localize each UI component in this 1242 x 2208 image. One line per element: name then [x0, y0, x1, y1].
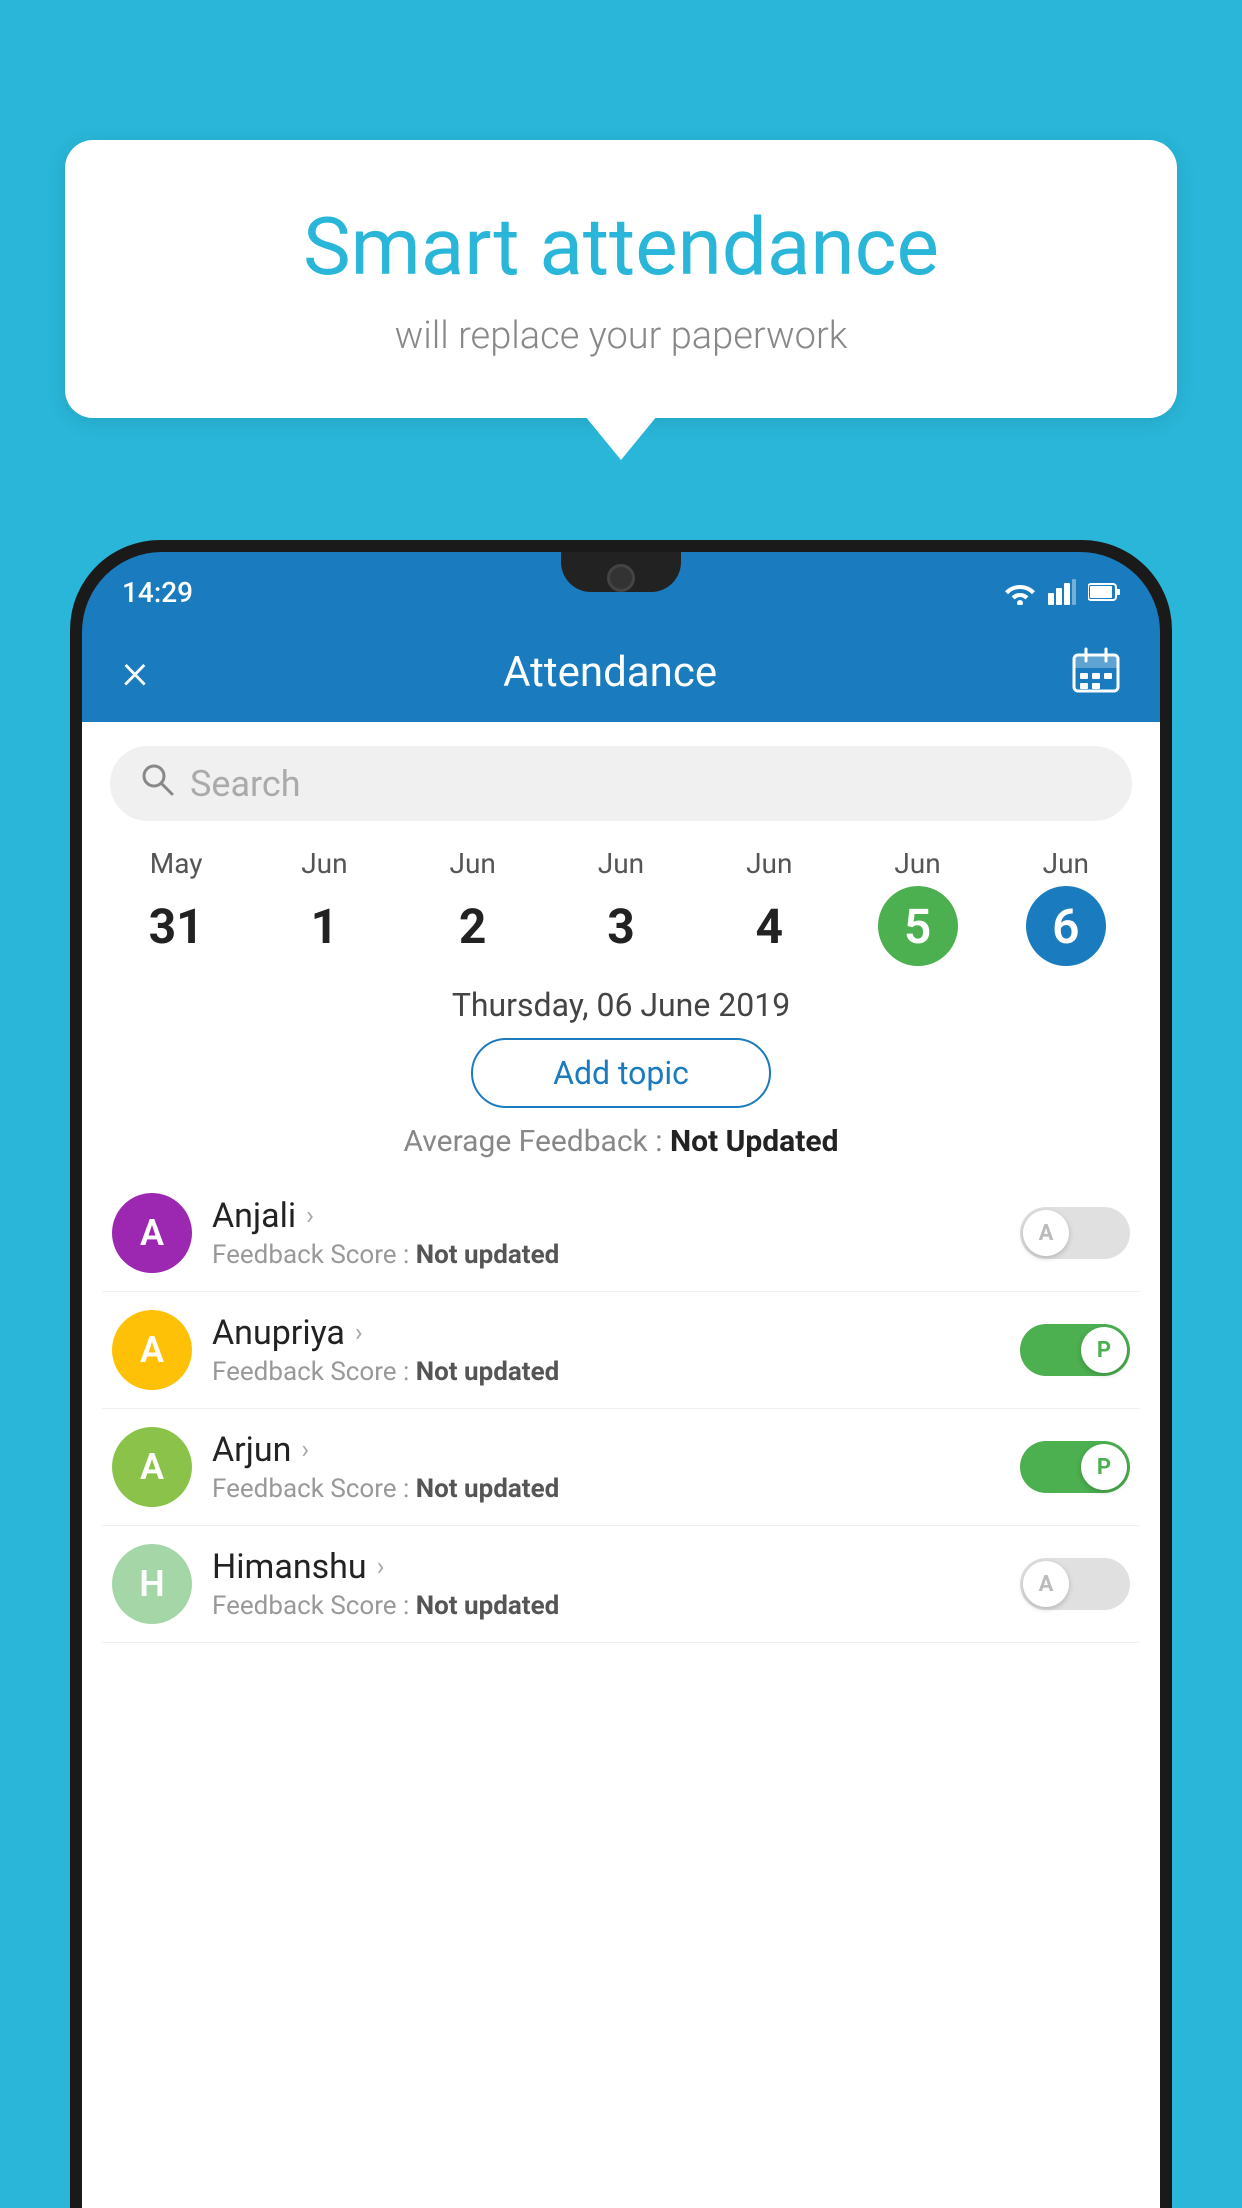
toggle-knob: P: [1081, 1327, 1127, 1373]
student-feedback: Feedback Score : Not updated: [212, 1591, 1000, 1621]
date-number: 1: [284, 886, 364, 966]
student-name[interactable]: Anjali ›: [212, 1196, 1000, 1236]
search-icon: [140, 762, 174, 805]
student-info: Anjali › Feedback Score : Not updated: [212, 1196, 1000, 1270]
student-item: H Himanshu › Feedback Score : Not updated A: [102, 1526, 1140, 1643]
student-item: A Arjun › Feedback Score : Not updated P: [102, 1409, 1140, 1526]
signal-icon: [1048, 579, 1076, 605]
date-month: Jun: [450, 847, 496, 880]
avatar: H: [112, 1544, 192, 1624]
student-name[interactable]: Arjun ›: [212, 1430, 1000, 1470]
student-feedback: Feedback Score : Not updated: [212, 1357, 1000, 1387]
screen-content: Search May 31 Jun 1 Jun 2 Jun 3 Jun 4 Jun 5 Jun 6 Thu…: [82, 722, 1160, 2208]
avatar: A: [112, 1193, 192, 1273]
date-month: Jun: [746, 847, 792, 880]
student-feedback: Feedback Score : Not updated: [212, 1240, 1000, 1270]
speech-bubble-container: Smart attendance will replace your paper…: [65, 140, 1177, 418]
toggle-knob: P: [1081, 1444, 1127, 1490]
phone-frame: 14:29: [70, 540, 1172, 2208]
attendance-toggle[interactable]: A: [1020, 1207, 1130, 1259]
feedback-label: Average Feedback :: [404, 1124, 663, 1159]
calendar-icon[interactable]: [1072, 647, 1120, 697]
selected-date-label: Thursday, 06 June 2019: [82, 966, 1160, 1038]
date-number: 6: [1026, 886, 1106, 966]
app-header: × Attendance: [82, 622, 1160, 722]
phone-inner: 14:29: [82, 552, 1160, 2208]
date-item-5[interactable]: Jun 5: [878, 847, 958, 966]
date-item-6[interactable]: Jun 6: [1026, 847, 1106, 966]
avatar: A: [112, 1310, 192, 1390]
search-bar[interactable]: Search: [110, 746, 1132, 821]
date-item-31[interactable]: May 31: [136, 847, 216, 966]
attendance-toggle[interactable]: P: [1020, 1324, 1130, 1376]
date-number: 5: [878, 886, 958, 966]
chevron-icon: ›: [355, 1318, 363, 1348]
chevron-icon: ›: [377, 1552, 385, 1582]
attendance-toggle[interactable]: P: [1020, 1441, 1130, 1493]
feedback-value: Not Updated: [670, 1124, 839, 1159]
date-number: 3: [581, 886, 661, 966]
student-list: AAnjali ›Feedback Score : Not updatedAAA…: [82, 1175, 1160, 1643]
student-name[interactable]: Himanshu ›: [212, 1547, 1000, 1587]
date-month: Jun: [894, 847, 940, 880]
status-time: 14:29: [122, 576, 193, 609]
student-info: Himanshu › Feedback Score : Not updated: [212, 1547, 1000, 1621]
date-item-4[interactable]: Jun 4: [729, 847, 809, 966]
wifi-icon: [1004, 579, 1036, 605]
avatar: A: [112, 1427, 192, 1507]
student-item: A Anjali › Feedback Score : Not updated A: [102, 1175, 1140, 1292]
date-item-3[interactable]: Jun 3: [581, 847, 661, 966]
header-title: Attendance: [503, 648, 717, 697]
date-number: 4: [729, 886, 809, 966]
close-button[interactable]: ×: [122, 643, 148, 701]
bubble-title: Smart attendance: [145, 200, 1097, 294]
feedback-info: Average Feedback : Not Updated: [82, 1124, 1160, 1159]
date-selector: May 31 Jun 1 Jun 2 Jun 3 Jun 4 Jun 5 Jun 6: [82, 837, 1160, 966]
student-info: Anupriya › Feedback Score : Not updated: [212, 1313, 1000, 1387]
date-number: 31: [136, 886, 216, 966]
date-item-1[interactable]: Jun 1: [284, 847, 364, 966]
student-info: Arjun › Feedback Score : Not updated: [212, 1430, 1000, 1504]
student-feedback: Feedback Score : Not updated: [212, 1474, 1000, 1504]
front-camera: [607, 564, 635, 592]
date-item-2[interactable]: Jun 2: [433, 847, 513, 966]
toggle-knob: A: [1023, 1561, 1069, 1607]
status-icons: [1004, 579, 1120, 605]
chevron-icon: ›: [301, 1435, 309, 1465]
date-month: Jun: [301, 847, 347, 880]
search-input-placeholder: Search: [190, 763, 301, 805]
date-month: Jun: [1043, 847, 1089, 880]
battery-icon: [1088, 582, 1120, 602]
date-month: May: [150, 847, 203, 880]
chevron-icon: ›: [306, 1201, 314, 1231]
date-number: 2: [433, 886, 513, 966]
date-month: Jun: [598, 847, 644, 880]
student-item: A Anupriya › Feedback Score : Not updated P: [102, 1292, 1140, 1409]
student-name[interactable]: Anupriya ›: [212, 1313, 1000, 1353]
bubble-subtitle: will replace your paperwork: [145, 314, 1097, 358]
toggle-knob: A: [1023, 1210, 1069, 1256]
attendance-toggle[interactable]: A: [1020, 1558, 1130, 1610]
speech-bubble: Smart attendance will replace your paper…: [65, 140, 1177, 418]
add-topic-button[interactable]: Add topic: [471, 1038, 771, 1108]
